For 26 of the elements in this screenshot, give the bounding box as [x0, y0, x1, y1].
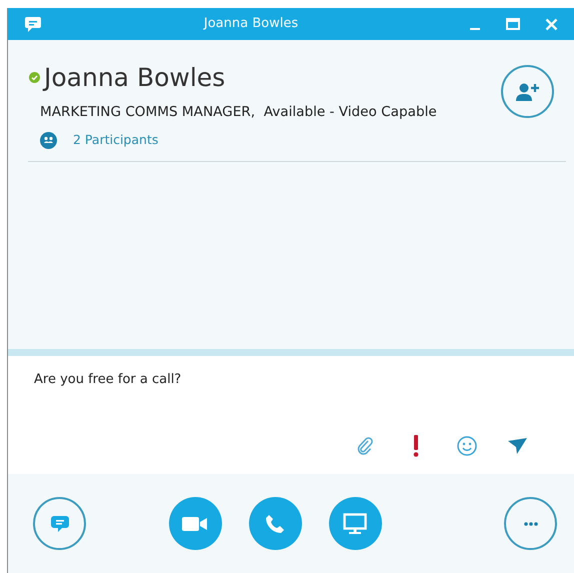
more-icon — [524, 522, 538, 526]
status-icon — [29, 72, 40, 83]
paperclip-icon — [357, 437, 373, 455]
send-icon — [508, 438, 528, 454]
message-field[interactable]: Are you free for a call? — [8, 356, 574, 406]
maximize-icon — [506, 18, 520, 30]
participants-icon — [40, 132, 57, 149]
add-participant-button[interactable] — [501, 65, 554, 118]
more-options-button[interactable] — [504, 497, 557, 550]
chat-icon — [24, 16, 42, 32]
instant-message-button[interactable] — [33, 497, 86, 550]
monitor-icon — [343, 512, 367, 534]
phone-icon — [265, 514, 285, 534]
contact-details: MARKETING COMMS MANAGER, Available - Video Capable — [40, 104, 437, 120]
present-screen-button[interactable] — [328, 497, 382, 550]
audio-call-button[interactable] — [248, 497, 302, 550]
exclamation-icon — [413, 435, 419, 457]
smiley-icon — [457, 436, 477, 456]
emoticon-button[interactable] — [455, 434, 479, 458]
add-person-icon — [514, 82, 540, 102]
video-call-button[interactable] — [168, 497, 222, 550]
contact-name: Joanna Bowles — [44, 65, 226, 90]
close-icon — [544, 18, 558, 30]
window-title: Joanna Bowles — [204, 16, 298, 32]
minimize-icon — [470, 28, 480, 30]
video-camera-icon — [182, 516, 208, 532]
